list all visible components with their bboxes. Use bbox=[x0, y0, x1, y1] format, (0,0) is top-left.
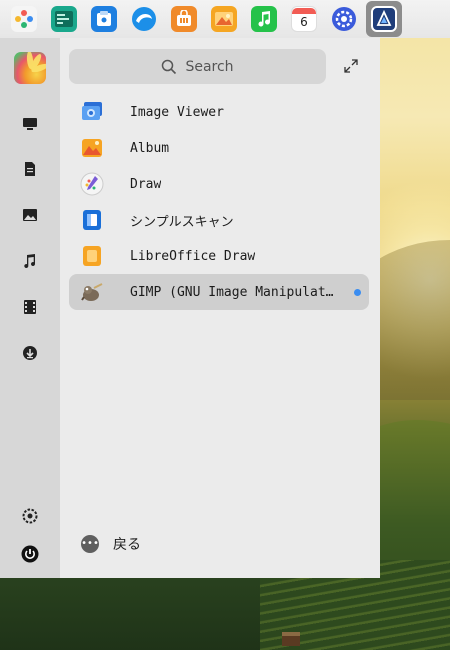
app-launcher-panel: Search Image Viewer Album Draw シンプルスキャン … bbox=[0, 38, 380, 578]
dock-item-terminal[interactable] bbox=[46, 1, 82, 37]
album-icon bbox=[80, 136, 104, 160]
more-icon: ••• bbox=[81, 535, 99, 553]
dock-item-music[interactable] bbox=[246, 1, 282, 37]
dock-item-launcher[interactable] bbox=[366, 1, 402, 37]
list-item-libreoffice-draw[interactable]: LibreOffice Draw bbox=[69, 238, 369, 274]
app-label: GIMP (GNU Image Manipulation Program) bbox=[130, 284, 340, 300]
app-list: Image Viewer Album Draw シンプルスキャン LibreOf… bbox=[69, 94, 369, 310]
dock-item-store[interactable] bbox=[166, 1, 202, 37]
settings-app-icon bbox=[331, 6, 357, 32]
search-placeholder: Search bbox=[185, 58, 234, 75]
new-app-indicator bbox=[354, 289, 361, 296]
pinwheel-app-icon bbox=[11, 6, 37, 32]
avatar-flower-icon bbox=[26, 52, 46, 73]
dock-item-calendar[interactable]: 6 bbox=[286, 1, 322, 37]
power-icon[interactable] bbox=[21, 545, 39, 563]
dock-item-pinwheel[interactable] bbox=[6, 1, 42, 37]
music-icon[interactable] bbox=[22, 253, 38, 269]
app-label: Album bbox=[130, 140, 170, 156]
download-icon[interactable] bbox=[22, 345, 38, 361]
list-item-simple-scan[interactable]: シンプルスキャン bbox=[69, 202, 369, 238]
launcher-sidebar bbox=[0, 38, 60, 578]
picture-icon[interactable] bbox=[22, 207, 38, 223]
video-icon[interactable] bbox=[22, 299, 38, 315]
search-icon bbox=[162, 59, 177, 74]
user-avatar[interactable] bbox=[14, 52, 46, 84]
terminal-app-icon bbox=[51, 6, 77, 32]
list-item-album[interactable]: Album bbox=[69, 130, 369, 166]
back-label: 戻る bbox=[113, 537, 141, 553]
calendar-day: 6 bbox=[300, 15, 308, 29]
computer-icon[interactable] bbox=[22, 116, 38, 132]
gimp-icon bbox=[80, 280, 104, 304]
document-icon[interactable] bbox=[22, 161, 38, 177]
dock-item-settings[interactable] bbox=[326, 1, 362, 37]
app-label: Draw bbox=[130, 176, 162, 192]
libreoffice-draw-icon bbox=[80, 244, 104, 268]
calendar-app-icon: 6 bbox=[291, 6, 317, 32]
dock-item-photos[interactable] bbox=[206, 1, 242, 37]
top-dock: 6 bbox=[0, 0, 450, 38]
settings-icon[interactable] bbox=[22, 508, 38, 524]
image-viewer-icon bbox=[80, 100, 104, 124]
draw-icon bbox=[80, 172, 104, 196]
expand-icon bbox=[344, 59, 358, 73]
installer-app-icon bbox=[91, 6, 117, 32]
photos-app-icon bbox=[211, 6, 237, 32]
browser-app-icon bbox=[131, 6, 157, 32]
simple-scan-icon bbox=[80, 208, 104, 232]
dock-item-browser[interactable] bbox=[126, 1, 162, 37]
list-item-image-viewer[interactable]: Image Viewer bbox=[69, 94, 369, 130]
app-label: Image Viewer bbox=[130, 104, 224, 120]
list-item-draw[interactable]: Draw bbox=[69, 166, 369, 202]
wallpaper-hut bbox=[282, 632, 300, 646]
app-label: LibreOffice Draw bbox=[130, 248, 256, 264]
list-item-gimp[interactable]: GIMP (GNU Image Manipulation Program) bbox=[69, 274, 369, 310]
launcher-app-icon bbox=[371, 6, 397, 32]
app-label: シンプルスキャン bbox=[130, 214, 234, 230]
expand-fullscreen-button[interactable] bbox=[343, 58, 359, 74]
dock-item-installer[interactable] bbox=[86, 1, 122, 37]
store-app-icon bbox=[171, 6, 197, 32]
back-button[interactable]: ••• 戻る bbox=[81, 534, 141, 554]
music-app-icon bbox=[251, 6, 277, 32]
search-input[interactable]: Search bbox=[69, 49, 326, 84]
